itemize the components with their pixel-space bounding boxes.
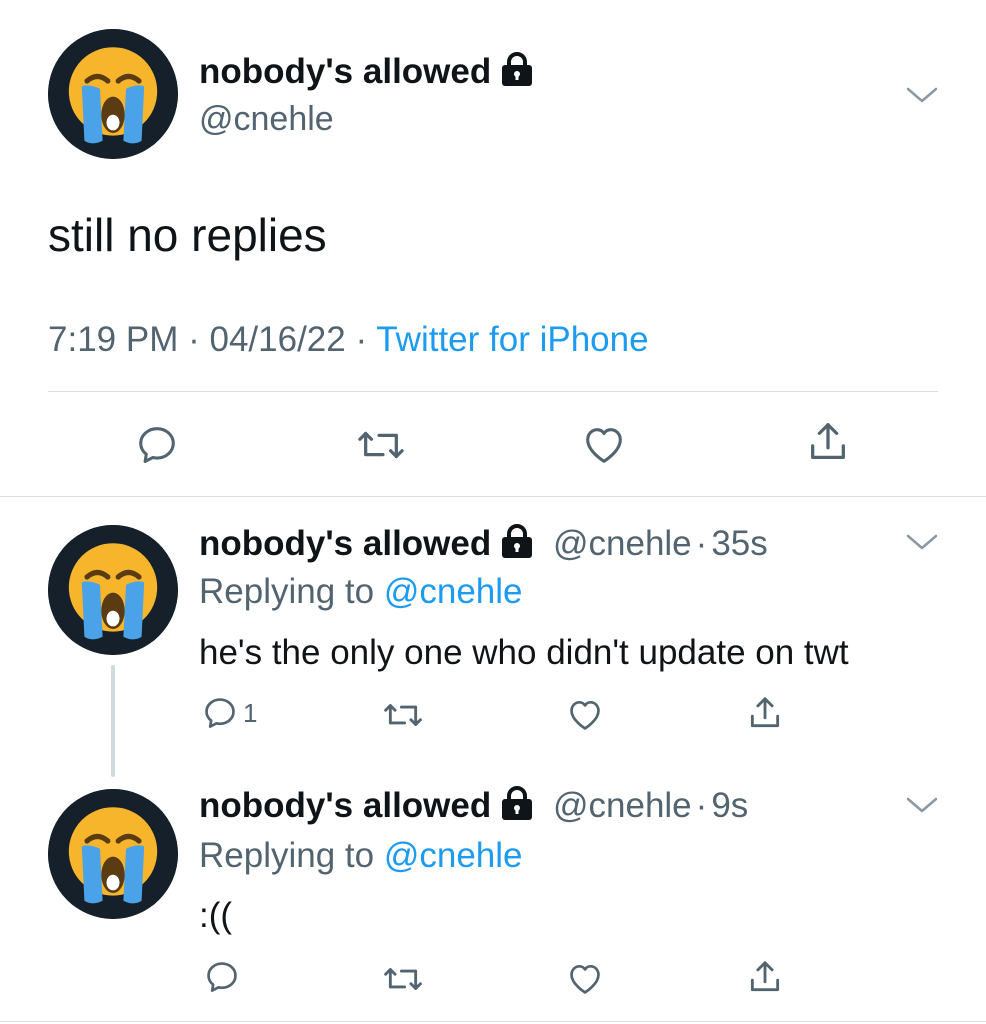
loudly-crying-face-icon: [48, 525, 178, 655]
main-tweet-text: still no replies: [48, 209, 327, 261]
reply-text: he's the only one who didn't update on t…: [199, 633, 849, 672]
like-icon: [570, 964, 600, 994]
like-icon: [570, 700, 600, 730]
replying-to: Replying to @cnehle: [199, 572, 523, 612]
reply-button[interactable]: 1: [201, 694, 257, 732]
divider: [48, 391, 938, 392]
reply-button[interactable]: [203, 958, 245, 996]
tweet-source-link[interactable]: Twitter for iPhone: [376, 320, 648, 359]
more-options-icon[interactable]: [905, 796, 939, 819]
retweet-icon: [384, 968, 422, 990]
loudly-crying-face-icon: [48, 789, 178, 919]
retweet-button[interactable]: [356, 422, 406, 468]
display-name-text[interactable]: nobody's allowed: [199, 524, 491, 563]
reply-icon: [139, 427, 175, 464]
reply-text: :((: [199, 896, 233, 935]
more-options-icon[interactable]: [905, 533, 939, 556]
main-tweet-avatar[interactable]: [48, 29, 178, 159]
divider: [0, 496, 986, 497]
reply-header: nobody's allowed @cnehle · 35s: [199, 524, 768, 567]
more-options-icon[interactable]: [905, 86, 939, 109]
like-button[interactable]: [580, 422, 628, 468]
lock-icon: [499, 52, 535, 95]
reply-avatar[interactable]: [48, 525, 178, 655]
replying-handle-link[interactable]: @cnehle: [384, 572, 523, 611]
tweet-date: 04/16/22: [209, 320, 346, 359]
replying-to: Replying to @cnehle: [199, 836, 523, 876]
reply-header: nobody's allowed @cnehle · 9s: [199, 786, 748, 829]
dot-separator: ·: [695, 524, 708, 563]
retweet-button[interactable]: [382, 696, 424, 734]
meta-separator: ·: [355, 320, 368, 359]
replying-prefix: Replying to: [199, 836, 375, 875]
dot-separator: ·: [695, 786, 708, 825]
meta-separator: ·: [188, 320, 200, 359]
reply-count: 1: [243, 697, 258, 728]
retweet-button[interactable]: [382, 960, 424, 998]
main-tweet-handle[interactable]: @cnehle: [199, 100, 334, 139]
reply-handle[interactable]: @cnehle: [553, 786, 692, 825]
like-button[interactable]: [565, 960, 605, 998]
share-icon: [811, 423, 845, 459]
reply-icon: [205, 698, 235, 728]
share-button[interactable]: [746, 957, 784, 997]
divider: [0, 1021, 986, 1022]
thread-connector-line: [111, 665, 115, 777]
share-button[interactable]: [746, 693, 784, 733]
main-tweet-display-name[interactable]: nobody's allowed: [199, 52, 535, 95]
like-button[interactable]: [565, 696, 605, 734]
reply-handle[interactable]: @cnehle: [553, 524, 692, 563]
lock-icon: [499, 524, 535, 567]
display-name-text: nobody's allowed: [199, 52, 492, 91]
loudly-crying-face-icon: [48, 29, 178, 159]
share-icon: [750, 961, 780, 992]
reply-age[interactable]: 35s: [711, 524, 767, 563]
display-name-text[interactable]: nobody's allowed: [199, 786, 491, 825]
retweet-icon: [358, 431, 404, 459]
like-icon: [586, 428, 622, 463]
share-button[interactable]: [805, 418, 851, 466]
replying-handle-link[interactable]: @cnehle: [384, 836, 523, 875]
tweet-time: 7:19 PM: [48, 320, 179, 359]
reply-icon: [207, 962, 237, 992]
reply-avatar[interactable]: [48, 789, 178, 919]
retweet-icon: [384, 704, 422, 726]
reply-button[interactable]: [134, 422, 180, 468]
main-tweet-meta: 7:19 PM · 04/16/22 · Twitter for iPhone: [48, 320, 649, 360]
lock-icon: [499, 786, 535, 829]
replying-prefix: Replying to: [199, 572, 375, 611]
reply-age[interactable]: 9s: [711, 786, 748, 825]
share-icon: [750, 697, 780, 728]
